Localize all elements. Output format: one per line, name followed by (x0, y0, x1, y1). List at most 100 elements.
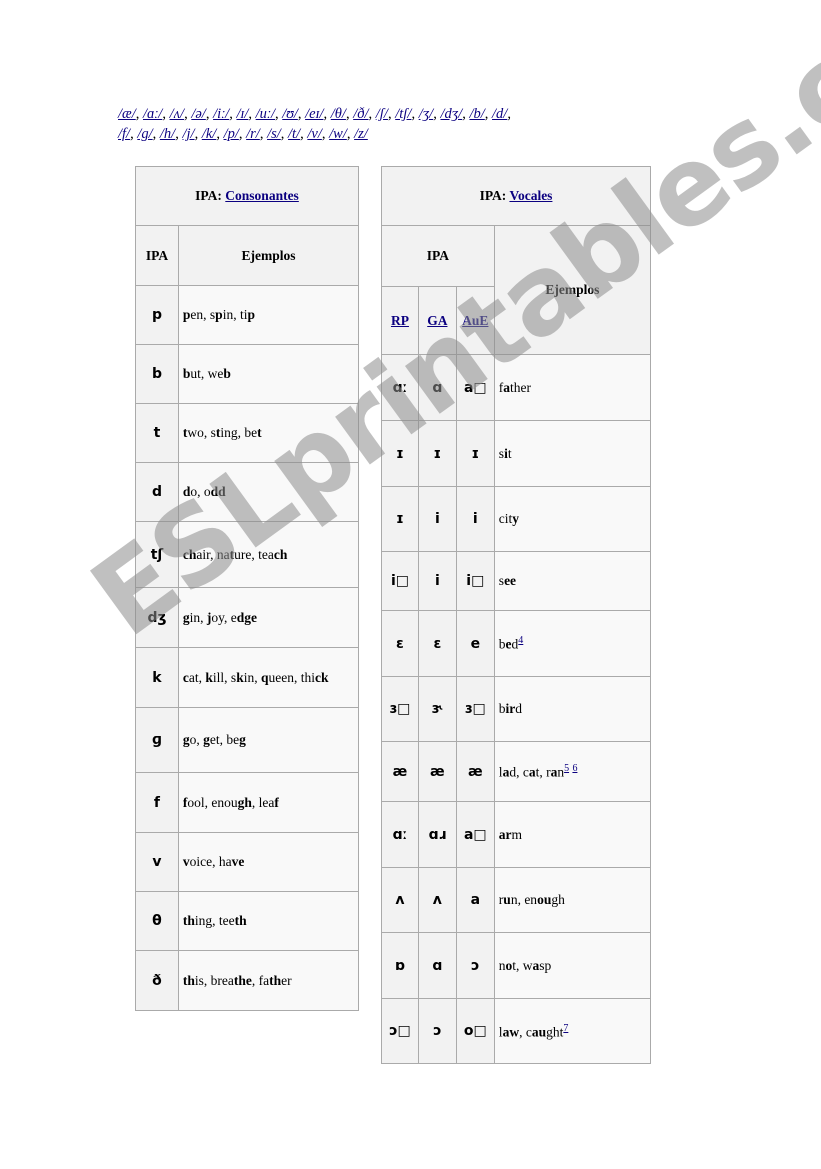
examples-cell: thing, teeth (177, 891, 360, 951)
ipa-link[interactable]: /t/ (288, 126, 300, 142)
ipa-symbol-ga: ɑ (417, 354, 457, 421)
ipa-link[interactable]: /ʃ/ (376, 106, 388, 122)
table-row: æ æ æ lad, cat, ran5 6 (381, 741, 652, 802)
ipa-symbol-aue: o□ (455, 998, 495, 1064)
ipa-symbol: d (135, 462, 179, 522)
separator: , (248, 106, 256, 122)
highlighted-sound: dd (210, 484, 226, 499)
footnote-link[interactable]: 6 (572, 763, 577, 774)
example-text: ing, be (220, 425, 258, 440)
ipa-symbol: k (135, 647, 179, 708)
highlighted-sound: g (203, 732, 210, 747)
examples-cell: do, odd (177, 462, 360, 522)
example-text: ure, tea (234, 546, 274, 562)
separator: , (205, 106, 214, 122)
highlighted-sound: aw (502, 1024, 520, 1040)
example-text: t, w (512, 957, 533, 973)
ipa-symbol-rp: i□ (381, 551, 419, 611)
ipa-link[interactable]: /j/ (182, 126, 194, 142)
highlighted-sound: ar (498, 826, 512, 842)
ipa-link[interactable]: /s/ (267, 126, 281, 142)
examples-cell: gin, joy, edge (177, 587, 360, 648)
ipa-symbol-rp: ɑː (381, 801, 419, 868)
table-row: ð this, breathe, father (135, 950, 360, 1011)
footnote-link[interactable]: 4 (518, 635, 523, 646)
separator: , (162, 106, 170, 122)
ipa-link[interactable]: /r/ (246, 126, 260, 142)
ipa-symbol: dʒ (135, 587, 179, 648)
example-text: ueen, thi (268, 669, 315, 685)
ipa-link[interactable]: /ɪ/ (236, 106, 248, 122)
ipa-link[interactable]: /ʌ/ (170, 106, 185, 122)
example-text: cit (498, 511, 513, 526)
ipa-link[interactable]: /ə/ (191, 106, 206, 122)
example-text: in, ti (222, 307, 248, 322)
ipa-link[interactable]: /b/ (469, 106, 484, 122)
ipa-link[interactable]: /w/ (329, 126, 347, 142)
rp-link[interactable]: RP (391, 313, 409, 328)
ipa-link[interactable]: /v/ (307, 126, 322, 142)
column-header-ipa: IPA (135, 225, 179, 286)
ipa-link[interactable]: /p/ (224, 126, 239, 142)
column-header-ipa: IPA (381, 225, 495, 287)
ipa-link[interactable]: /ð/ (353, 106, 368, 122)
example-text: t, r (535, 764, 551, 780)
table-row: d do, odd (135, 462, 360, 522)
ipa-link[interactable]: /d/ (492, 106, 507, 122)
ipa-symbol-rp: ɛ (381, 610, 419, 677)
highlighted-sound: ch (273, 546, 288, 562)
ipa-symbol: t (135, 403, 179, 463)
ipa-symbol-aue: i (455, 486, 495, 552)
ipa-link[interactable]: /θ/ (331, 106, 346, 122)
ipa-link[interactable]: /ɑː/ (143, 106, 162, 122)
consonants-table-title: IPA: Consonantes (135, 166, 359, 226)
ipa-symbol: θ (135, 891, 179, 951)
highlighted-sound: th (182, 972, 195, 988)
aue-link[interactable]: AuE (462, 313, 488, 328)
ipa-link[interactable]: /f/ (118, 126, 130, 142)
ipa-link[interactable]: /tʃ/ (395, 106, 411, 122)
footnote-link[interactable]: 7 (563, 1023, 568, 1034)
table-row: ɛ ɛ e bed4 (381, 610, 652, 677)
ipa-link[interactable]: /uː/ (256, 106, 275, 122)
ipa-symbol-ga: i (417, 551, 457, 611)
ipa-symbol-rp: ɜ□ (381, 676, 419, 742)
examples-cell: city (493, 486, 652, 552)
ipa-symbol-links: /æ/, /ɑː/, /ʌ/, /ə/, /iː/, /ɪ/, /uː/, /ʊ… (118, 104, 618, 144)
highlighted-sound: ou (537, 892, 552, 907)
separator: , (152, 126, 160, 142)
consonantes-link[interactable]: Consonantes (225, 188, 299, 203)
ipa-link[interactable]: /h/ (160, 126, 175, 142)
ipa-symbol-aue: ɜ□ (455, 676, 495, 742)
ipa-link[interactable]: /dʒ/ (440, 106, 462, 122)
ipa-link[interactable]: /k/ (202, 126, 217, 142)
ga-link[interactable]: GA (427, 313, 447, 328)
ipa-link[interactable]: /ʊ/ (282, 106, 298, 122)
highlighted-sound: ck (314, 669, 329, 685)
table-row: b but, web (135, 344, 360, 404)
separator: , (216, 126, 224, 142)
separator: , (484, 106, 493, 122)
highlighted-sound: p (247, 307, 255, 322)
ipa-link[interactable]: /æ/ (118, 106, 136, 122)
footnote-link[interactable]: 5 (564, 763, 569, 774)
examples-cell: voice, have (177, 832, 360, 892)
ipa-symbol-rp: ɑː (381, 354, 419, 421)
vocales-link[interactable]: Vocales (509, 188, 552, 203)
ipa-links-line-1: /æ/, /ɑː/, /ʌ/, /ə/, /iː/, /ɪ/, /uː/, /ʊ… (118, 104, 618, 124)
separator: , (194, 126, 202, 142)
table-row: t two, sting, bet (135, 403, 360, 463)
highlighted-sound: t (257, 425, 262, 440)
table-row: ɑː ɑ a□ father (381, 354, 652, 421)
table-row: ɒ ɑ ɔ not, wasp (381, 932, 652, 999)
ipa-link[interactable]: /iː/ (213, 106, 229, 122)
separator: , (259, 126, 268, 142)
ipa-link[interactable]: /ʒ/ (419, 106, 434, 122)
ipa-link[interactable]: /eɪ/ (305, 106, 323, 122)
examples-cell: bed4 (493, 610, 652, 677)
examples-cell: arm (493, 801, 652, 868)
examples-cell: fool, enough, leaf (177, 772, 360, 833)
ipa-link[interactable]: /g/ (137, 126, 152, 142)
ipa-link[interactable]: /z/ (354, 126, 368, 142)
example-text: in, (243, 669, 261, 685)
